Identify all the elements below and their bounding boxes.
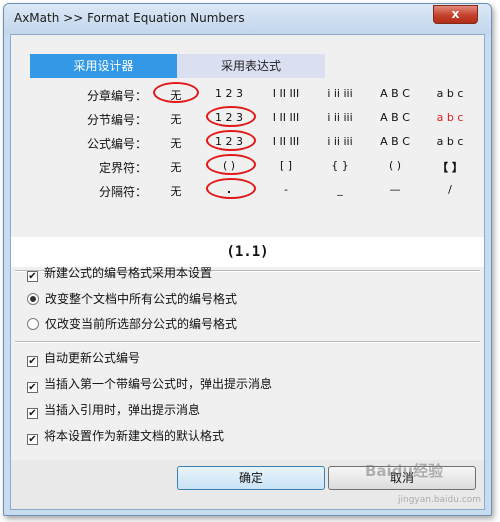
close-button[interactable]: x xyxy=(433,5,478,24)
option-new-equation-format[interactable]: ✔ 新建公式的编号格式采用本设置 xyxy=(27,264,212,282)
section-option-roman-upper[interactable]: I II III xyxy=(261,111,311,124)
selection-ring-separator xyxy=(206,178,256,199)
ok-button[interactable]: 确定 xyxy=(177,466,325,490)
separator-option-slash[interactable]: / xyxy=(425,183,475,196)
delimiter-option-braces[interactable]: { } xyxy=(315,159,365,172)
equation-option-roman-lower[interactable]: i ii iii xyxy=(315,135,365,148)
delimiter-option-brackets[interactable]: [ ] xyxy=(261,159,311,172)
separator-option-hyphen[interactable]: - xyxy=(261,183,311,196)
section-numbering-label: 分节编号： xyxy=(86,113,147,127)
separator-option-emdash[interactable]: — xyxy=(370,183,420,196)
option-label: 自动更新公式编号 xyxy=(44,351,141,365)
option-default-format[interactable]: ✔ 将本设置作为新建文档的默认格式 xyxy=(27,427,224,445)
divider xyxy=(15,341,480,343)
radio-change-all[interactable] xyxy=(27,293,39,305)
chapter-option-roman-lower[interactable]: i ii iii xyxy=(315,87,365,100)
option-auto-update[interactable]: ✔ 自动更新公式编号 xyxy=(27,349,140,367)
option-label: 新建公式的编号格式采用本设置 xyxy=(44,266,213,280)
option-label: 当插入第一个带编号公式时，弹出提示消息 xyxy=(44,377,273,391)
option-change-all[interactable]: 改变整个文档中所有公式的编号格式 xyxy=(27,290,237,308)
radio-change-selected[interactable] xyxy=(27,318,39,330)
section-option-none[interactable]: 无 xyxy=(151,111,201,127)
title-bar[interactable]: AxMath >> Format Equation Numbers x xyxy=(4,4,491,34)
section-option-alpha-upper[interactable]: A B C xyxy=(370,111,420,124)
separator-option-underscore[interactable]: _ xyxy=(315,183,365,196)
option-first-numbered-prompt[interactable]: ✔ 当插入第一个带编号公式时，弹出提示消息 xyxy=(27,375,272,393)
checkbox-auto-update[interactable]: ✔ xyxy=(27,356,38,367)
separator-label: 分隔符： xyxy=(98,185,147,199)
separator-option-none[interactable]: 无 xyxy=(151,183,201,199)
chapter-option-alpha-lower[interactable]: a b c xyxy=(425,87,475,100)
delimiter-option-lenticular[interactable]: 【 】 xyxy=(425,159,475,175)
watermark-logo: Baidu经验 xyxy=(365,462,444,480)
option-reference-prompt[interactable]: ✔ 当插入引用时，弹出提示消息 xyxy=(27,401,200,419)
radio-dot xyxy=(30,296,36,302)
section-option-roman-lower[interactable]: i ii iii xyxy=(315,111,365,124)
delimiter-option-none[interactable]: 无 xyxy=(151,159,201,175)
chapter-numbering-label: 分章编号： xyxy=(86,89,147,103)
option-label: 仅改变当前所选部分公式的编号格式 xyxy=(45,317,238,331)
option-label: 当插入引用时，弹出提示消息 xyxy=(44,403,201,417)
equation-numbering-label: 公式编号： xyxy=(86,137,147,151)
delimiter-label: 定界符： xyxy=(98,161,147,175)
equation-option-alpha-upper[interactable]: A B C xyxy=(370,135,420,148)
chapter-option-alpha-upper[interactable]: A B C xyxy=(370,87,420,100)
watermark-url: jingyan.baidu.com xyxy=(398,495,482,505)
selection-ring-section xyxy=(206,106,256,127)
checkbox-first-numbered-prompt[interactable]: ✔ xyxy=(27,382,38,393)
tab-expression[interactable]: 采用表达式 xyxy=(177,54,325,78)
equation-option-roman-upper[interactable]: I II III xyxy=(261,135,311,148)
equation-option-none[interactable]: 无 xyxy=(151,135,201,151)
option-label: 将本设置作为新建文档的默认格式 xyxy=(44,429,225,443)
tab-strip: 采用设计器 采用表达式 xyxy=(30,54,325,78)
dialog-client-area: 采用设计器 采用表达式 分章编号： 分节编号： 公式编号： 定界符： 分隔符： … xyxy=(10,34,485,510)
designer-panel: 分章编号： 分节编号： 公式编号： 定界符： 分隔符： 无 1 2 3 I II… xyxy=(15,78,480,235)
chapter-option-arabic[interactable]: 1 2 3 xyxy=(204,87,254,100)
equation-option-alpha-lower[interactable]: a b c xyxy=(425,135,475,148)
checkbox-default-format[interactable]: ✔ xyxy=(27,434,38,445)
close-icon: x xyxy=(451,7,460,21)
tab-designer[interactable]: 采用设计器 xyxy=(30,54,177,78)
number-preview: (1.1) xyxy=(11,237,484,267)
section-option-alpha-lower[interactable]: a b c xyxy=(425,111,475,124)
selection-ring-equation xyxy=(206,130,256,151)
option-label: 改变整个文档中所有公式的编号格式 xyxy=(45,292,238,306)
delimiter-option-fullwidth-parens[interactable]: ( ) xyxy=(370,159,420,172)
dialog-window: AxMath >> Format Equation Numbers x 采用设计… xyxy=(3,3,492,516)
selection-ring-delimiter xyxy=(206,154,256,175)
window-title: AxMath >> Format Equation Numbers xyxy=(14,11,245,25)
selection-ring-chapter xyxy=(153,82,199,103)
chapter-option-roman-upper[interactable]: I II III xyxy=(261,87,311,100)
option-change-selected[interactable]: 仅改变当前所选部分公式的编号格式 xyxy=(27,315,237,333)
checkbox-new-equation-format[interactable]: ✔ xyxy=(27,271,38,282)
checkbox-reference-prompt[interactable]: ✔ xyxy=(27,408,38,419)
